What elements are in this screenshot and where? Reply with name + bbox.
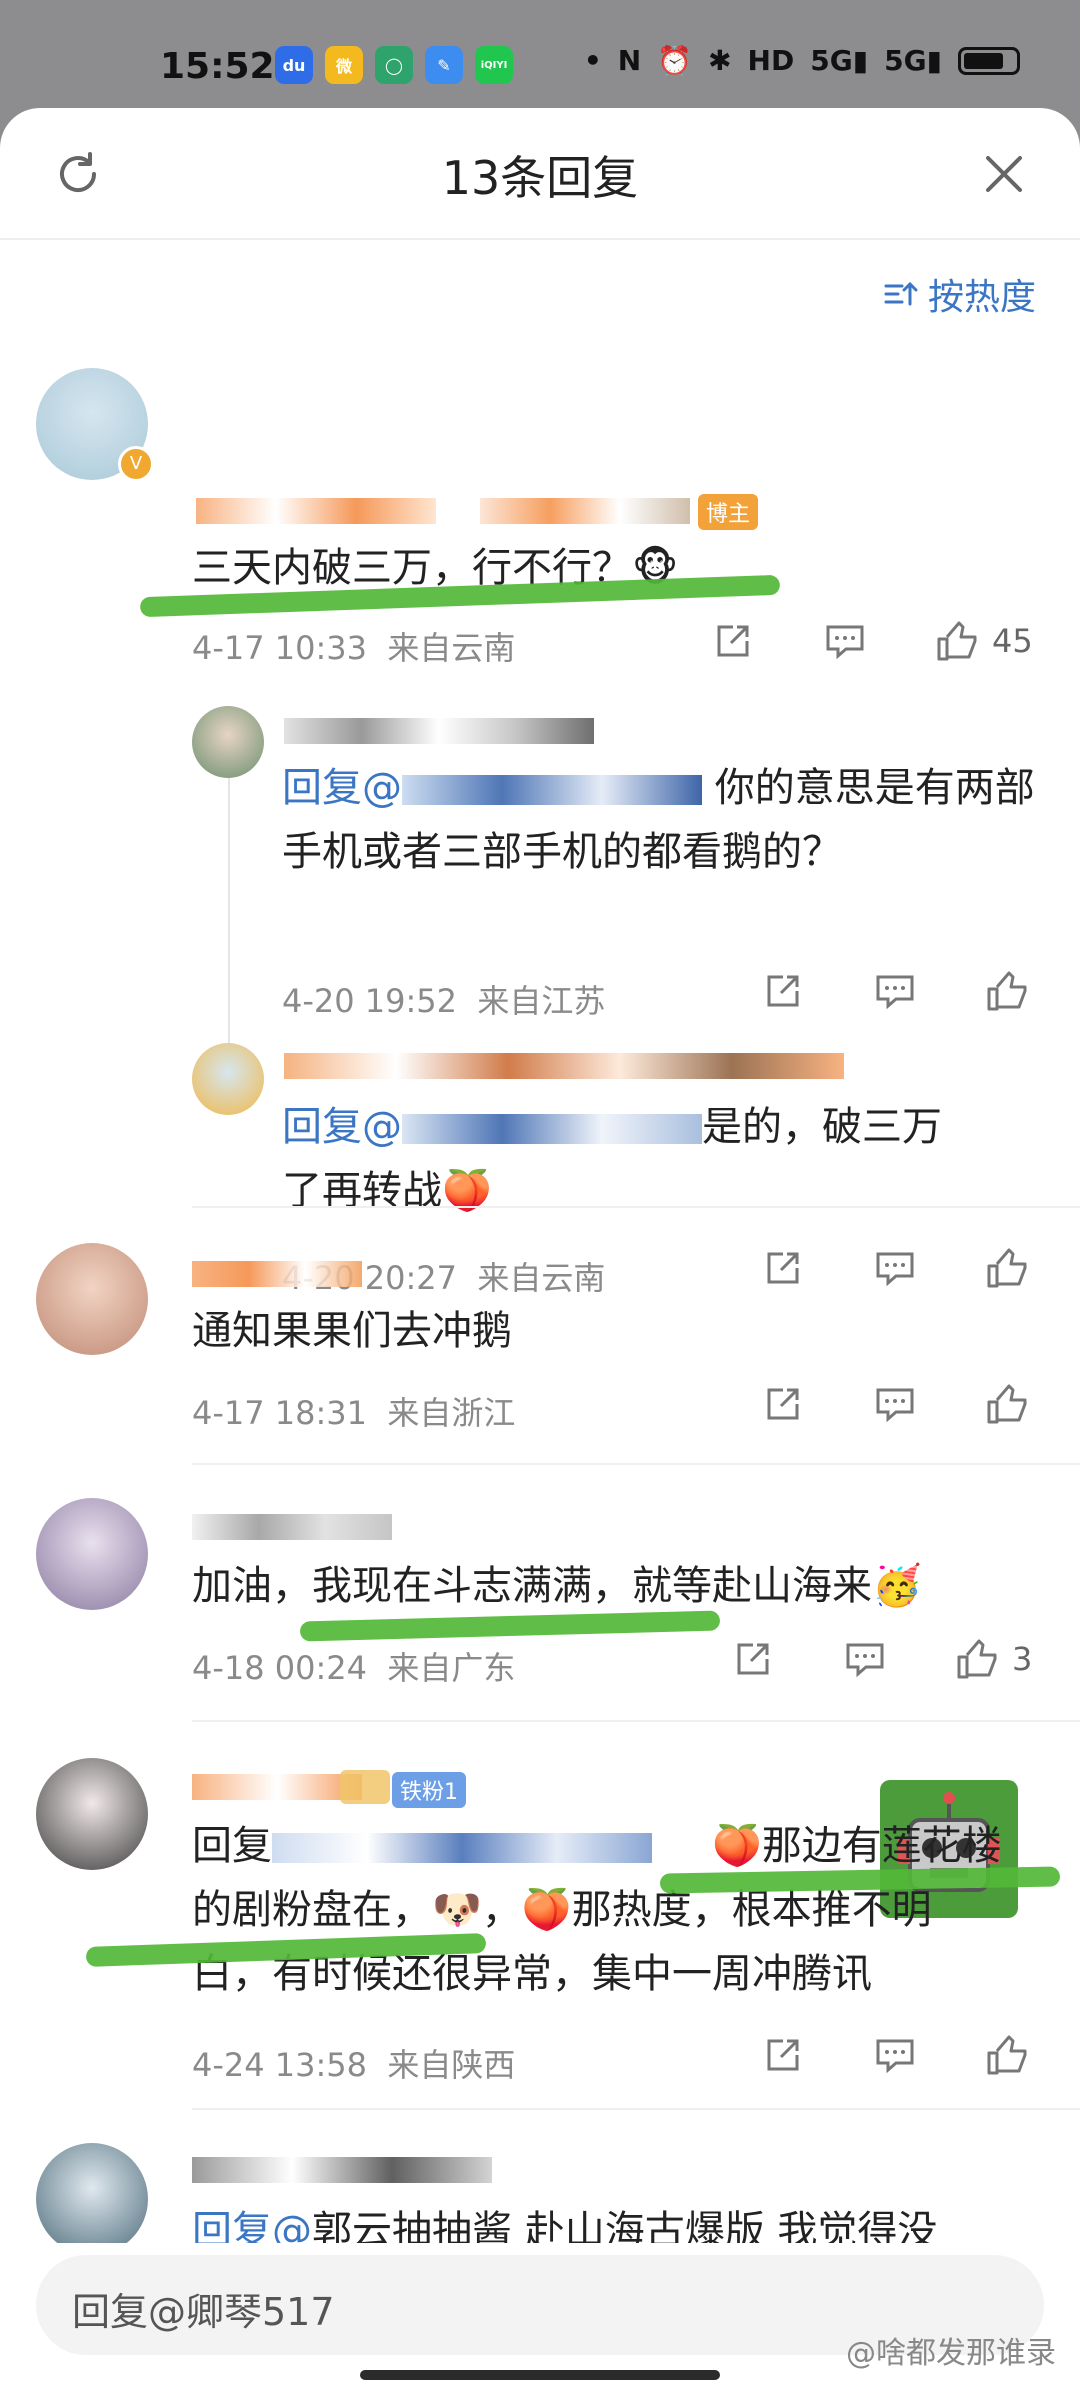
hd-icon: HD bbox=[747, 44, 795, 77]
avatar[interactable] bbox=[192, 1043, 264, 1115]
status-time: 15:52 bbox=[160, 46, 275, 87]
comment-item: 铁粉1 回复 🍑那边有莲花楼 的剧粉盘在，🐶，🍑那热度，根本推不明 白，有时候还很异常… bbox=[0, 1758, 1080, 2088]
sheet-header: 13条回复 bbox=[0, 108, 1080, 240]
like-icon[interactable] bbox=[934, 618, 980, 664]
reply-input-placeholder: 回复@卿琴517 bbox=[72, 2290, 335, 2334]
comment-actions bbox=[760, 2032, 1030, 2078]
divider bbox=[192, 1206, 1080, 1208]
username-extra bbox=[480, 498, 690, 524]
divider bbox=[192, 1720, 1080, 1722]
watermark: @啥都发那谁录 bbox=[846, 2336, 1056, 2371]
share-icon[interactable] bbox=[760, 1381, 806, 1427]
comment-actions bbox=[760, 1381, 1030, 1427]
bluetooth-icon: ✱ bbox=[708, 44, 732, 77]
mention-name[interactable] bbox=[402, 1114, 702, 1144]
dot-icon: • bbox=[583, 44, 602, 77]
home-indicator[interactable] bbox=[360, 2370, 720, 2380]
status-bar: 15:52 du 微 ◯ ✎ iQIYI • N ⏰ ✱ HD 5G▮ 5G▮ bbox=[0, 0, 1080, 110]
username bbox=[284, 718, 594, 744]
avatar[interactable] bbox=[36, 2143, 148, 2243]
username bbox=[192, 1514, 392, 1540]
avatar[interactable] bbox=[36, 1758, 148, 1870]
username bbox=[192, 1261, 362, 1287]
comment-icon[interactable] bbox=[842, 1636, 888, 1682]
battery-icon bbox=[958, 46, 1020, 75]
blogger-badge: 博主 bbox=[698, 494, 759, 530]
baidu-icon: du bbox=[275, 46, 313, 84]
comment-icon[interactable] bbox=[872, 968, 918, 1014]
like-icon[interactable] bbox=[984, 2032, 1030, 2078]
like-icon[interactable] bbox=[984, 1381, 1030, 1427]
feather-icon: ✎ bbox=[425, 46, 463, 84]
fan-level-badge: 铁粉1 bbox=[392, 1772, 466, 1808]
username bbox=[284, 1053, 844, 1079]
reply-text: 回复@ 你的意思是有两部手机或者三部手机的都看鹅的？ bbox=[282, 765, 1035, 875]
comment-meta: 4-17 18:31 来自浙江 bbox=[192, 1394, 516, 1432]
comment-icon[interactable] bbox=[872, 2032, 918, 2078]
divider bbox=[192, 2108, 1080, 2110]
reply-text: 回复@ 是的，破三万 了再转战🍑 bbox=[282, 1104, 942, 1214]
status-app-icons: du 微 ◯ ✎ iQIYI bbox=[275, 46, 513, 84]
fan-badge-icon bbox=[340, 1770, 390, 1804]
comment-meta: 4-17 10:33 来自云南 bbox=[192, 629, 516, 667]
share-icon[interactable] bbox=[710, 618, 756, 664]
share-icon[interactable] bbox=[760, 968, 806, 1014]
avatar[interactable] bbox=[36, 1243, 148, 1355]
status-indicators: • N ⏰ ✱ HD 5G▮ 5G▮ bbox=[584, 44, 1020, 77]
like-icon[interactable] bbox=[984, 968, 1030, 1014]
avatar[interactable] bbox=[192, 706, 264, 778]
weibo-icon: 微 bbox=[325, 46, 363, 84]
verified-badge-icon: V bbox=[118, 446, 154, 482]
replies-sheet: 13条回复 按热度 V 博主 三天内破三万，行不行？🐵 4-17 10:33 来… bbox=[0, 108, 1080, 2400]
comment-icon[interactable] bbox=[872, 1381, 918, 1427]
reply-meta: 4-20 19:52 来自江苏 bbox=[282, 982, 606, 1020]
comment-item: 通知果果们去冲鹅 4-17 18:31 来自浙江 bbox=[0, 1243, 1080, 1483]
comment-item: V 博主 三天内破三万，行不行？🐵 4-17 10:33 来自云南 45 bbox=[0, 368, 1080, 668]
reply-actions bbox=[760, 968, 1030, 1014]
sort-by-hot-button[interactable]: 按热度 bbox=[882, 268, 1036, 320]
comment-text: 加油，我现在斗志满满，就等赴山海来🥳 bbox=[192, 1563, 922, 1609]
comment-meta: 4-18 00:24 来自广东 bbox=[192, 1649, 516, 1687]
nfc-icon: N bbox=[617, 44, 642, 77]
divider bbox=[192, 1463, 1080, 1465]
sort-icon bbox=[884, 281, 918, 306]
share-icon[interactable] bbox=[760, 2032, 806, 2078]
share-icon[interactable] bbox=[730, 1636, 776, 1682]
username bbox=[192, 2157, 492, 2183]
mention-name[interactable] bbox=[402, 775, 702, 805]
like-icon[interactable] bbox=[954, 1636, 1000, 1682]
mention-name[interactable] bbox=[272, 1833, 652, 1863]
iqiyi-icon: iQIYI bbox=[475, 46, 513, 84]
comment-actions: 3 bbox=[730, 1636, 1032, 1682]
comment-actions: 45 bbox=[710, 618, 1033, 664]
username bbox=[196, 498, 436, 524]
comment-text: 回复@郭云抽抽酱 赴山海古爆版 我觉得没 bbox=[192, 2208, 938, 2243]
close-icon[interactable] bbox=[980, 150, 1028, 198]
chat-icon: ◯ bbox=[375, 46, 413, 84]
alarm-icon: ⏰ bbox=[657, 44, 693, 77]
comment-text: 回复 🍑那边有莲花楼 的剧粉盘在，🐶，🍑那热度，根本推不明 白，有时候还很异常，集中一… bbox=[192, 1823, 1002, 1997]
comment-icon[interactable] bbox=[822, 618, 868, 664]
avatar[interactable] bbox=[36, 1498, 148, 1610]
like-count: 3 bbox=[1012, 1640, 1033, 1678]
sort-label: 按热度 bbox=[927, 277, 1036, 318]
like-count: 45 bbox=[992, 622, 1033, 660]
comment-text: 通知果果们去冲鹅 bbox=[192, 1308, 512, 1354]
reply-item: 回复@ 你的意思是有两部手机或者三部手机的都看鹅的？ 4-20 19:52 来自… bbox=[0, 706, 1080, 1026]
page-title: 13条回复 bbox=[441, 151, 639, 205]
comment-meta: 4-24 13:58 来自陕西 bbox=[192, 2046, 516, 2084]
username bbox=[192, 1774, 362, 1800]
signal-icon: 5G▮ bbox=[810, 44, 869, 77]
comment-item: 回复@郭云抽抽酱 赴山海古爆版 我觉得没 bbox=[0, 2143, 1080, 2243]
signal-icon-2: 5G▮ bbox=[884, 44, 942, 77]
